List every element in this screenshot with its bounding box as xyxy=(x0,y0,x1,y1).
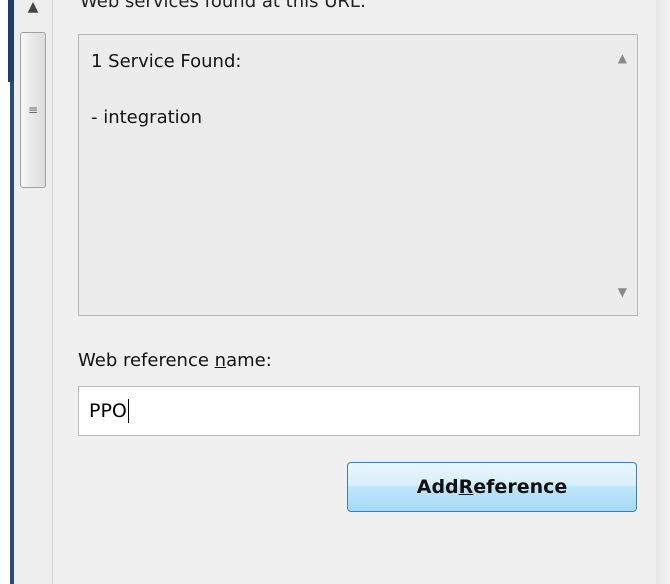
services-heading: Web services found at this URL: xyxy=(80,0,367,12)
text-caret xyxy=(127,399,129,423)
service-item: - integration xyxy=(91,107,203,128)
services-list-box[interactable]: 1 Service Found: - integration ▲ ▼ xyxy=(78,34,638,316)
scrollbar-thumb[interactable]: ≡ xyxy=(20,32,46,188)
input-value: PPO xyxy=(89,400,127,422)
add-reference-button[interactable]: Add Reference xyxy=(347,462,637,512)
button-prefix: Add xyxy=(416,476,459,498)
button-suffix: eference xyxy=(473,476,568,498)
label-prefix: Web reference xyxy=(78,350,215,371)
label-accelerator: n xyxy=(214,350,227,371)
list-scroll-up-icon[interactable]: ▲ xyxy=(618,51,627,65)
window-right-edge xyxy=(656,0,670,584)
grip-icon: ≡ xyxy=(27,103,39,117)
label-suffix: ame: xyxy=(226,350,272,371)
button-accelerator: R xyxy=(458,476,474,498)
service-count: 1 Service Found: xyxy=(91,51,242,72)
scroll-up-arrow-icon[interactable]: ▲ xyxy=(20,0,46,30)
list-scroll-down-icon[interactable]: ▼ xyxy=(618,285,627,299)
vertical-scrollbar[interactable]: ▲ ≡ xyxy=(14,0,53,584)
web-reference-name-input[interactable]: PPO xyxy=(78,386,640,436)
web-reference-name-label: Web reference name: xyxy=(78,350,272,371)
window-left-edge xyxy=(0,0,14,584)
